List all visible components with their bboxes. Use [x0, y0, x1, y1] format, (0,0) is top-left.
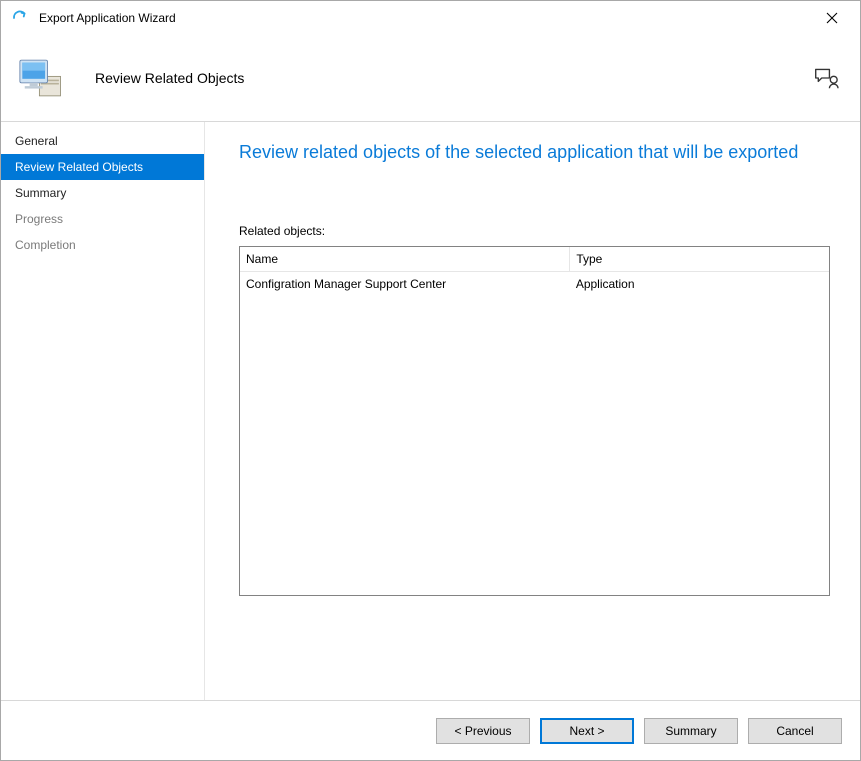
- step-review-related-objects[interactable]: Review Related Objects: [1, 154, 204, 180]
- wizard-footer: < Previous Next > Summary Cancel: [1, 700, 860, 760]
- column-header-type[interactable]: Type: [570, 247, 829, 272]
- step-summary[interactable]: Summary: [1, 180, 204, 206]
- wizard-steps-sidebar: General Review Related Objects Summary P…: [1, 122, 205, 700]
- table-row[interactable]: Configration Manager Support Center Appl…: [240, 272, 829, 297]
- wizard-header: Review Related Objects: [1, 35, 860, 121]
- titlebar: Export Application Wizard: [1, 1, 860, 35]
- cell-name: Configration Manager Support Center: [240, 272, 570, 297]
- export-arrow-icon: [11, 9, 29, 27]
- step-general[interactable]: General: [1, 128, 204, 154]
- step-progress: Progress: [1, 206, 204, 232]
- related-objects-list[interactable]: Name Type Configration Manager Support C…: [239, 246, 830, 596]
- column-header-name[interactable]: Name: [240, 247, 570, 272]
- wizard-content: Review related objects of the selected a…: [205, 122, 860, 700]
- wizard-body: General Review Related Objects Summary P…: [1, 122, 860, 700]
- cancel-button[interactable]: Cancel: [748, 718, 842, 744]
- window-title: Export Application Wizard: [39, 11, 810, 25]
- computer-icon: [15, 52, 67, 104]
- close-icon: [826, 12, 838, 24]
- step-completion: Completion: [1, 232, 204, 258]
- related-objects-label: Related objects:: [239, 224, 830, 238]
- page-heading: Review related objects of the selected a…: [239, 140, 830, 164]
- previous-button[interactable]: < Previous: [436, 718, 530, 744]
- close-button[interactable]: [810, 3, 854, 33]
- header-subtitle: Review Related Objects: [95, 70, 812, 86]
- cell-type: Application: [570, 272, 829, 297]
- summary-button[interactable]: Summary: [644, 718, 738, 744]
- feedback-icon[interactable]: [812, 66, 840, 90]
- next-button[interactable]: Next >: [540, 718, 634, 744]
